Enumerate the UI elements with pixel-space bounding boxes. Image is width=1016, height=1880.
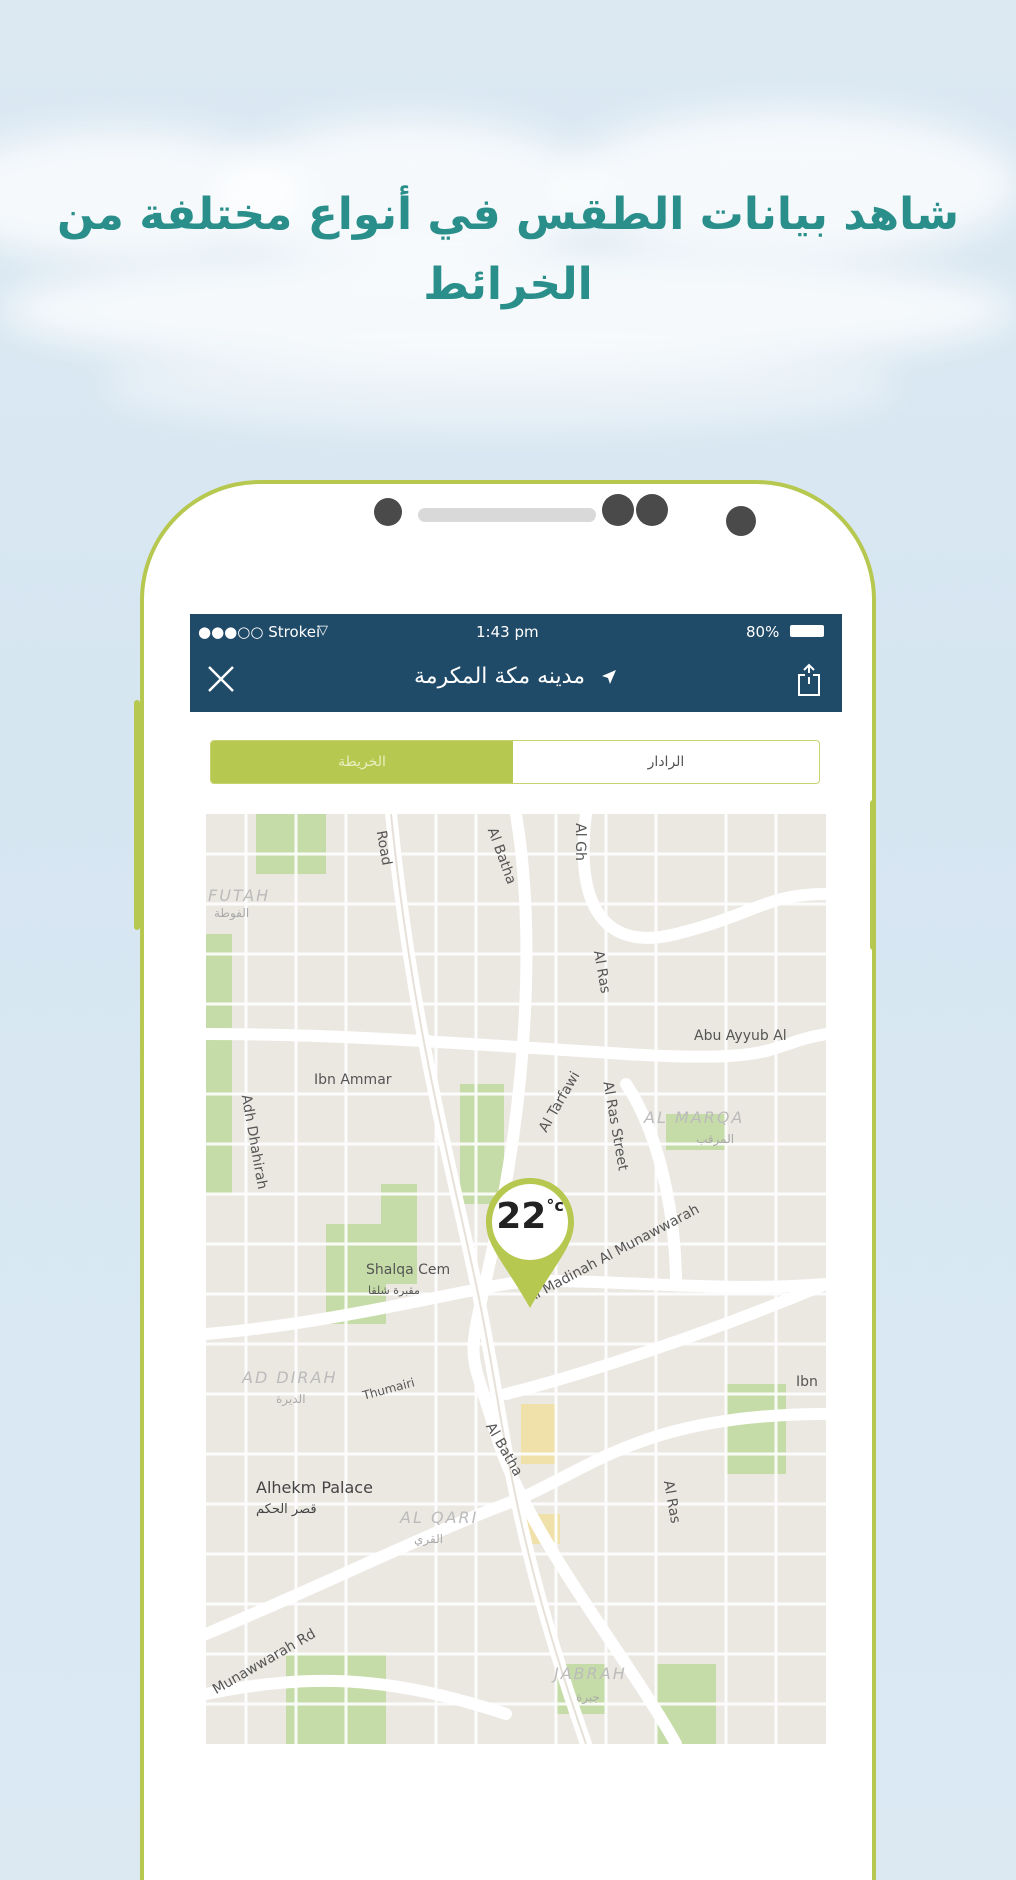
map-label-futah: FUTAH xyxy=(208,886,271,905)
map-label-jabrah: JABRAH xyxy=(554,1664,627,1683)
battery-icon xyxy=(790,625,824,637)
map-label-al-qari: AL QARI xyxy=(400,1508,479,1527)
city-title[interactable]: مدينه مكة المكرمة xyxy=(190,664,842,689)
map-label-al-marqab: AL MARQA xyxy=(644,1108,745,1127)
time-label: 1:43 pm xyxy=(476,623,539,641)
front-camera-icon xyxy=(602,494,634,526)
weather-map[interactable]: FUTAH الفوطة Road Al Batha Al Gh Al Ras … xyxy=(206,814,826,1744)
map-label-alhekm-ar: قصر الحكم xyxy=(256,1502,317,1517)
map-label-ad-dirah: AD DIRAH xyxy=(242,1368,338,1387)
map-label-jabrah-ar: جبرة xyxy=(576,1690,600,1704)
map-label-al-qari-ar: القري xyxy=(414,1532,444,1546)
nav-bar: مدينه مكة المكرمة xyxy=(190,648,842,712)
tab-map[interactable]: الخريطة xyxy=(211,741,513,783)
promo-headline: شاهد بيانات الطقس في أنواع مختلفة من الخ… xyxy=(40,180,976,320)
map-label-shalqa-ar: مقبرة شلقا xyxy=(368,1284,420,1297)
battery-label: 80% xyxy=(746,623,780,641)
map-label-ibn: Ibn xyxy=(796,1374,818,1390)
tab-radar[interactable]: الرادار xyxy=(515,741,817,783)
location-arrow-icon xyxy=(602,670,616,684)
app-screen: ●●●○○ Strokei ▽ 1:43 pm 80% مدينه مكة ال… xyxy=(190,614,842,1805)
front-sensor-icon xyxy=(374,498,402,526)
map-label-abu-ayyub: Abu Ayyub Al xyxy=(694,1028,787,1044)
temperature-value: 22°c xyxy=(484,1196,576,1237)
phone-side-button-right xyxy=(870,800,876,950)
wifi-icon: ▽ xyxy=(318,623,328,638)
front-camera-2-icon xyxy=(636,494,668,526)
map-label-al-marqab-ar: المرقب xyxy=(696,1132,735,1146)
map-label-ibn-ammar: Ibn Ammar xyxy=(314,1072,392,1088)
headline-line-2: الخرائط xyxy=(423,259,593,310)
proximity-sensor-icon xyxy=(726,506,756,536)
map-label-alhekm: Alhekm Palace xyxy=(256,1478,373,1497)
map-label-al-gh: Al Gh xyxy=(571,823,588,861)
speaker-grille xyxy=(418,508,596,522)
city-title-text: مدينه مكة المكرمة xyxy=(413,664,585,689)
temperature-unit: °c xyxy=(546,1196,564,1215)
map-label-shalqa: Shalqa Cem xyxy=(366,1262,451,1278)
share-icon[interactable] xyxy=(794,662,824,698)
headline-line-1: شاهد بيانات الطقس في أنواع مختلفة من xyxy=(57,189,959,240)
carrier-label: ●●●○○ Strokei xyxy=(198,623,321,641)
status-bar: ●●●○○ Strokei ▽ 1:43 pm 80% xyxy=(190,614,842,648)
map-label-ad-dirah-ar: الديرة xyxy=(276,1392,306,1406)
temperature-pin[interactable]: 22°c xyxy=(484,1176,576,1314)
temperature-number: 22 xyxy=(496,1196,547,1237)
view-segmented-control: الخريطة الرادار xyxy=(210,740,820,784)
phone-side-button-left xyxy=(134,700,140,930)
map-label-futah-ar: الفوطة xyxy=(214,906,250,920)
